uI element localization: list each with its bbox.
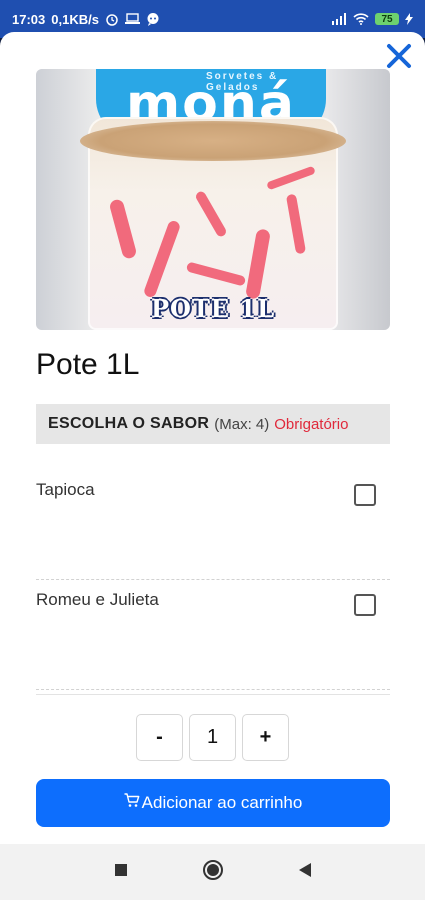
home-button[interactable] <box>198 857 228 887</box>
option-tapioca[interactable]: Tapioca <box>36 470 390 580</box>
section-title: ESCOLHA O SABOR <box>48 415 210 432</box>
divider <box>36 694 390 695</box>
signal-icon <box>331 13 347 25</box>
charging-icon <box>405 13 413 25</box>
decrement-button[interactable]: - <box>136 714 183 761</box>
cart-icon <box>124 793 140 813</box>
required-badge: Obrigatório <box>274 415 349 433</box>
product-modal: Sorvetes & Gelados moná POTE 1L Pote 1L … <box>0 32 425 844</box>
option-checkbox[interactable] <box>354 594 376 616</box>
back-triangle-icon <box>298 862 312 883</box>
option-label: Tapioca <box>36 480 95 499</box>
flavor-section-header: ESCOLHA O SABOR (Max: 4) Obrigatório <box>36 404 390 444</box>
recents-button[interactable] <box>106 857 136 887</box>
alarm-icon <box>105 12 119 26</box>
chat-icon <box>146 12 160 26</box>
back-button[interactable] <box>290 857 320 887</box>
dashed-divider <box>36 689 390 690</box>
option-label: Romeu e Julieta <box>36 590 159 609</box>
option-checkbox[interactable] <box>354 484 376 506</box>
quantity-stepper: - 1 + <box>136 714 289 761</box>
ice-cream-topping <box>80 121 346 161</box>
product-image: Sorvetes & Gelados moná POTE 1L <box>36 69 390 330</box>
network-speed: 0,1KB/s <box>51 11 99 27</box>
recents-square-icon <box>114 863 128 882</box>
system-nav-bar <box>0 844 425 900</box>
battery-icon: 75 <box>375 13 399 25</box>
image-caption: POTE 1L <box>150 293 276 323</box>
laptop-icon <box>124 13 140 25</box>
wifi-icon <box>353 13 369 25</box>
section-max: (Max: 4) <box>214 415 270 433</box>
add-to-cart-label: Adicionar ao carrinho <box>141 793 303 812</box>
increment-button[interactable]: + <box>242 714 289 761</box>
status-time: 17:03 <box>12 11 46 27</box>
option-romeu-e-julieta[interactable]: Romeu e Julieta <box>36 580 390 690</box>
product-title: Pote 1L <box>36 348 140 381</box>
home-circle-icon <box>202 859 224 886</box>
add-to-cart-button[interactable]: Adicionar ao carrinho <box>36 779 390 827</box>
quantity-value[interactable]: 1 <box>189 714 236 761</box>
